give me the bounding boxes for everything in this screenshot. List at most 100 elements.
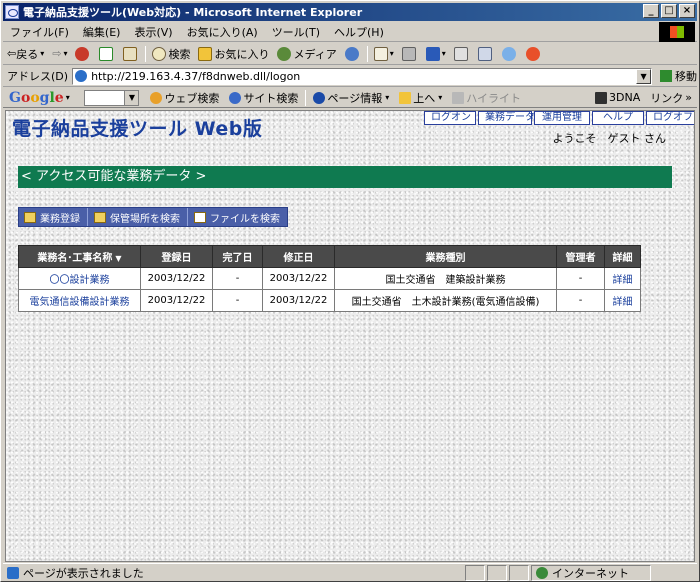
chevron-down-icon: ▾ — [441, 49, 446, 58]
highlighter-icon — [452, 91, 465, 104]
maximize-button[interactable]: □ — [661, 4, 677, 18]
word-edit-icon — [425, 46, 440, 61]
threedna-label: 3DNA — [609, 91, 641, 104]
back-arrow-icon: ⇦ — [7, 47, 17, 60]
manager-cell: - — [556, 289, 605, 312]
mail-button[interactable]: ▾ — [370, 46, 398, 61]
registered-date-cell: 2003/12/22 — [140, 289, 213, 312]
google-page-info-button[interactable]: ページ情報 ▾ — [308, 90, 394, 106]
threedna-icon — [595, 91, 608, 104]
up-label: 上へ — [413, 91, 436, 105]
menu-bar: ファイル(F) 編集(E) 表示(V) お気に入り(A) ツール(T) ヘルプ(… — [3, 22, 697, 42]
search-file-label: ファイルを検索 — [210, 213, 280, 225]
back-label: 戻る — [16, 47, 39, 61]
go-button[interactable]: 移動 — [660, 68, 697, 84]
messenger-button[interactable] — [498, 46, 522, 61]
address-dropdown-icon[interactable]: ▼ — [636, 68, 652, 84]
google-site-search-button[interactable]: サイト検索 — [224, 90, 303, 106]
edit-button[interactable]: ▾ — [422, 46, 450, 61]
col-manager: 管理者 — [556, 245, 605, 268]
bomb-button[interactable] — [522, 46, 546, 61]
home-icon — [123, 46, 138, 61]
nav-business-data[interactable]: 業務データ — [478, 111, 535, 125]
nav-operation-management[interactable]: 運用管理 — [534, 111, 590, 125]
toolbar-divider — [145, 45, 147, 62]
menu-help[interactable]: ヘルプ(H) — [327, 24, 391, 40]
search-icon — [152, 46, 167, 61]
chevron-right-icon: » — [685, 91, 692, 104]
search-label: 検索 — [168, 47, 191, 61]
menu-tools[interactable]: ツール(T) — [265, 24, 327, 40]
zone-label: インターネット — [552, 566, 629, 580]
search-button[interactable]: 検索 — [148, 46, 194, 62]
address-input[interactable]: http://219.163.4.37/f8dnweb.dll/logon ▼ — [72, 67, 653, 85]
table-row: 〇〇設計業務 2003/12/22 - 2003/12/22 国土交通省 建築設… — [18, 267, 641, 290]
chevron-down-icon: ▾ — [389, 49, 394, 58]
modified-date-cell: 2003/12/22 — [262, 267, 335, 290]
sort-desc-icon: ▼ — [115, 254, 122, 263]
manager-cell: - — [556, 267, 605, 290]
action-toolbar: 業務登録 保管場所を検索 ファイルを検索 — [18, 207, 288, 227]
refresh-button[interactable] — [95, 46, 119, 61]
research-button[interactable] — [474, 46, 498, 61]
title-bar: 電子納品支援ツール(Web対応) - Microsoft Internet Ex… — [3, 3, 697, 21]
register-business-label: 業務登録 — [40, 213, 80, 225]
menu-view[interactable]: 表示(V) — [127, 24, 179, 40]
refresh-icon — [99, 46, 114, 61]
site-search-icon — [229, 91, 242, 104]
history-button[interactable] — [341, 46, 365, 61]
search-file-button[interactable]: ファイルを検索 — [189, 208, 287, 226]
stop-button[interactable] — [71, 46, 95, 61]
menu-favorites[interactable]: お気に入り(A) — [180, 24, 265, 40]
col-business-name-label: 業務名･工事名称 — [37, 253, 113, 264]
detail-link[interactable]: 詳細 — [604, 289, 641, 312]
completed-date-cell: - — [212, 267, 263, 290]
google-dropdown-icon[interactable]: ▼ — [124, 90, 139, 105]
links-label: リンク — [650, 91, 684, 105]
security-zone: インターネット — [531, 564, 651, 581]
business-type-cell: 国土交通省 建築設計業務 — [334, 267, 557, 290]
chevron-down-icon: ▾ — [385, 93, 390, 102]
table-row: 電気通信設備設計業務 2003/12/22 - 2003/12/22 国土交通省… — [18, 289, 641, 312]
print-button[interactable] — [398, 46, 422, 61]
print-icon — [401, 46, 416, 61]
google-toolbar: Google ▾ ▼ ウェブ検索 サイト検索 ページ情報 ▾ 上へ ▾ ハイライ… — [3, 88, 697, 108]
discuss-button[interactable] — [450, 46, 474, 61]
menu-edit[interactable]: 編集(E) — [76, 24, 128, 40]
info-icon — [313, 91, 326, 104]
col-registered-date: 登録日 — [140, 245, 213, 268]
nav-logoff[interactable]: ログオフ — [646, 111, 694, 125]
forward-button[interactable]: ⇨ ▾ — [48, 47, 71, 60]
links-button[interactable]: リンク » — [645, 90, 697, 106]
business-name-link[interactable]: 〇〇設計業務 — [18, 267, 141, 290]
storage-search-icon — [94, 211, 106, 223]
site-title: 電子納品支援ツール Web版 — [12, 118, 263, 140]
google-search-input[interactable]: ▼ — [83, 89, 140, 106]
google-highlight-button[interactable]: ハイライト — [447, 90, 526, 106]
threedna-button[interactable]: 3DNA — [590, 91, 645, 104]
register-icon — [24, 211, 36, 223]
google-web-search-button[interactable]: ウェブ検索 — [145, 90, 224, 106]
google-up-button[interactable]: 上へ ▾ — [394, 90, 447, 106]
internet-globe-icon — [536, 566, 548, 579]
minimize-button[interactable]: _ — [643, 4, 659, 18]
close-button[interactable]: × — [679, 4, 695, 18]
media-button[interactable]: メディア — [273, 46, 340, 62]
chevron-down-icon[interactable]: ▾ — [66, 93, 70, 102]
ie-icon — [5, 5, 19, 19]
menu-file[interactable]: ファイル(F) — [3, 24, 76, 40]
col-completed-date: 完了日 — [212, 245, 263, 268]
page-info-label: ページ情報 — [327, 91, 383, 105]
search-storage-button[interactable]: 保管場所を検索 — [89, 208, 188, 226]
home-button[interactable] — [119, 46, 143, 61]
nav-logon[interactable]: ログオン — [424, 111, 476, 125]
business-name-link[interactable]: 電気通信設備設計業務 — [18, 289, 141, 312]
google-logo[interactable]: Google — [3, 90, 66, 106]
back-button[interactable]: ⇦ 戻る ▾ — [3, 46, 48, 62]
register-business-button[interactable]: 業務登録 — [19, 208, 88, 226]
nav-help[interactable]: ヘルプ — [592, 111, 644, 125]
detail-link[interactable]: 詳細 — [604, 267, 641, 290]
col-business-name[interactable]: 業務名･工事名称 ▼ — [18, 245, 141, 268]
favorites-button[interactable]: お気に入り — [194, 46, 273, 62]
business-table-wrapper: 業務名･工事名称 ▼ 登録日 完了日 修正日 業務種別 管理者 詳細 〇〇設計業務… — [18, 245, 641, 312]
